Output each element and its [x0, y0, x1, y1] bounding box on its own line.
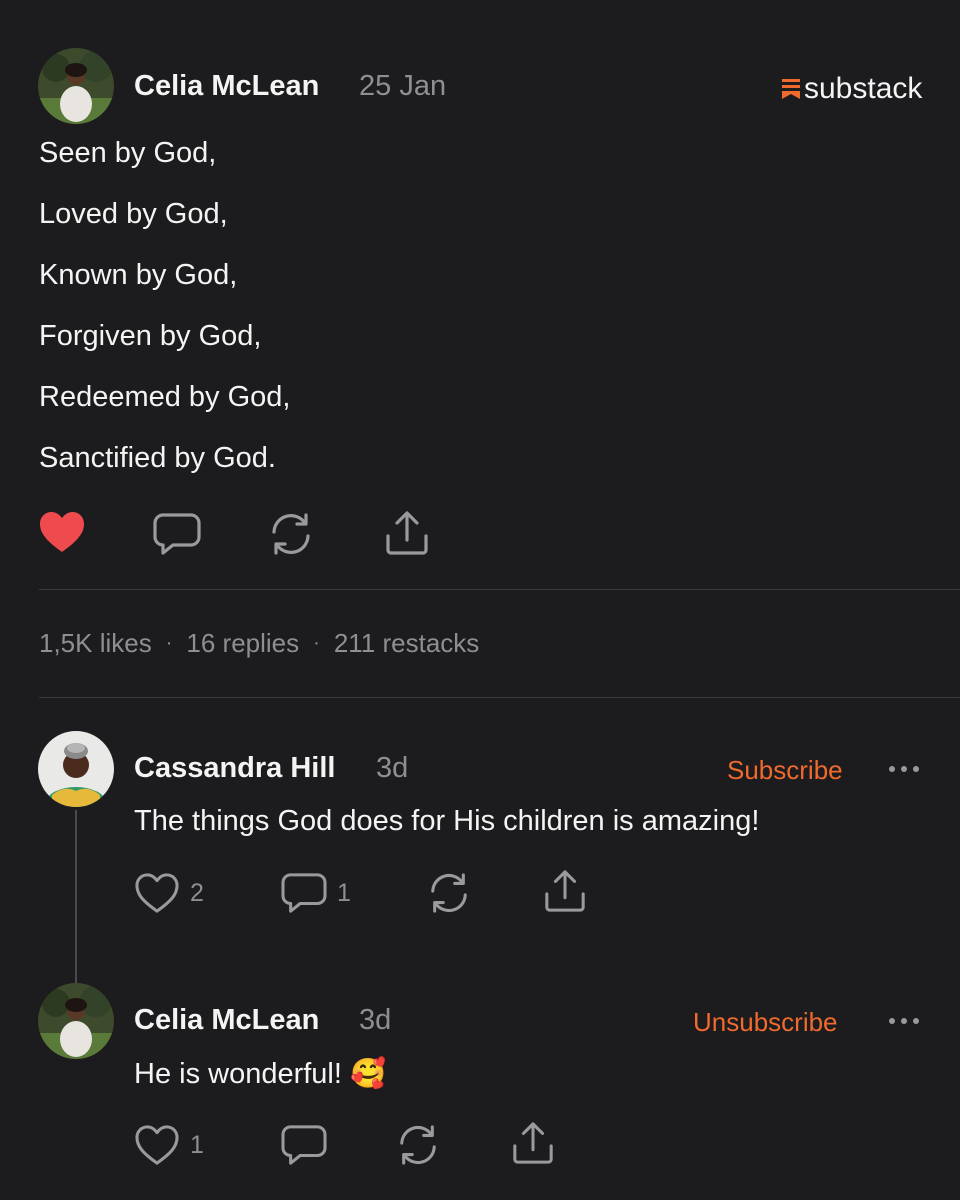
post-line: Loved by God,	[39, 198, 228, 230]
comment-icon	[281, 873, 327, 913]
separator: ·	[165, 632, 173, 654]
more-options-button[interactable]	[889, 766, 919, 772]
post-line: Seen by God,	[39, 137, 217, 169]
comment-author-name[interactable]: Celia McLean	[134, 1004, 319, 1037]
substack-logo-icon	[782, 79, 800, 99]
post-line: Forgiven by God,	[39, 320, 262, 352]
share-button[interactable]	[543, 868, 587, 914]
restack-icon	[272, 513, 310, 555]
more-icon	[901, 766, 907, 772]
post-author-name[interactable]: Celia McLean	[134, 70, 319, 103]
subscribe-button[interactable]: Subscribe	[727, 755, 843, 786]
restack-button[interactable]	[268, 512, 314, 556]
thread-line	[75, 810, 77, 984]
reply-button[interactable]: 1	[281, 872, 351, 914]
post-line: Known by God,	[39, 259, 238, 291]
share-icon	[545, 870, 585, 912]
like-count: 1	[190, 1130, 204, 1159]
avatar[interactable]	[38, 983, 114, 1059]
post-line: Redeemed by God,	[39, 381, 291, 413]
like-button[interactable]: 2	[134, 872, 204, 914]
replies-count[interactable]: 16 replies	[186, 628, 299, 659]
comment-icon	[281, 1125, 327, 1165]
substack-logo[interactable]: substack	[782, 72, 922, 106]
reply-button[interactable]	[281, 1124, 327, 1166]
avatar-photo	[38, 48, 114, 124]
restack-button[interactable]	[427, 872, 471, 914]
comment-time: 3d	[359, 1004, 392, 1036]
share-icon	[513, 1122, 553, 1164]
restack-button[interactable]	[396, 1124, 440, 1166]
like-count: 2	[190, 878, 204, 907]
avatar-photo	[38, 731, 114, 807]
separator: ·	[313, 632, 320, 654]
more-icon	[889, 766, 895, 772]
unsubscribe-button[interactable]: Unsubscribe	[693, 1007, 838, 1038]
share-icon	[386, 511, 428, 555]
post-stats: 1,5K likes · 16 replies · 211 restacks	[39, 628, 479, 659]
share-button[interactable]	[511, 1120, 555, 1166]
divider	[39, 589, 960, 590]
more-icon	[901, 1018, 907, 1024]
substack-logo-text: substack	[804, 72, 923, 105]
comment-author-name[interactable]: Cassandra Hill	[134, 752, 335, 785]
share-button[interactable]	[384, 510, 430, 556]
restack-icon	[431, 873, 467, 913]
comment-text: He is wonderful! 🥰	[134, 1058, 387, 1090]
likes-count[interactable]: 1,5K likes	[39, 628, 152, 659]
post-line: Sanctified by God.	[39, 442, 276, 474]
comment-text: The things God does for His children is …	[134, 805, 760, 837]
reply-count: 1	[337, 878, 351, 907]
avatar[interactable]	[38, 48, 114, 124]
comment-icon	[153, 513, 201, 555]
more-icon	[913, 766, 919, 772]
divider	[39, 697, 960, 698]
comment-time: 3d	[376, 752, 409, 784]
avatar-photo	[38, 983, 114, 1059]
like-button[interactable]: 1	[134, 1124, 204, 1166]
restacks-count[interactable]: 211 restacks	[334, 628, 479, 659]
heart-filled-icon	[40, 512, 84, 552]
like-button[interactable]	[38, 510, 86, 554]
reply-button[interactable]	[153, 512, 201, 556]
more-options-button[interactable]	[889, 1018, 919, 1024]
more-icon	[913, 1018, 919, 1024]
heart-icon	[135, 873, 179, 913]
heart-icon	[135, 1125, 179, 1165]
restack-icon	[400, 1125, 436, 1165]
more-icon	[889, 1018, 895, 1024]
avatar[interactable]	[38, 731, 114, 807]
post-date: 25 Jan	[359, 70, 447, 102]
